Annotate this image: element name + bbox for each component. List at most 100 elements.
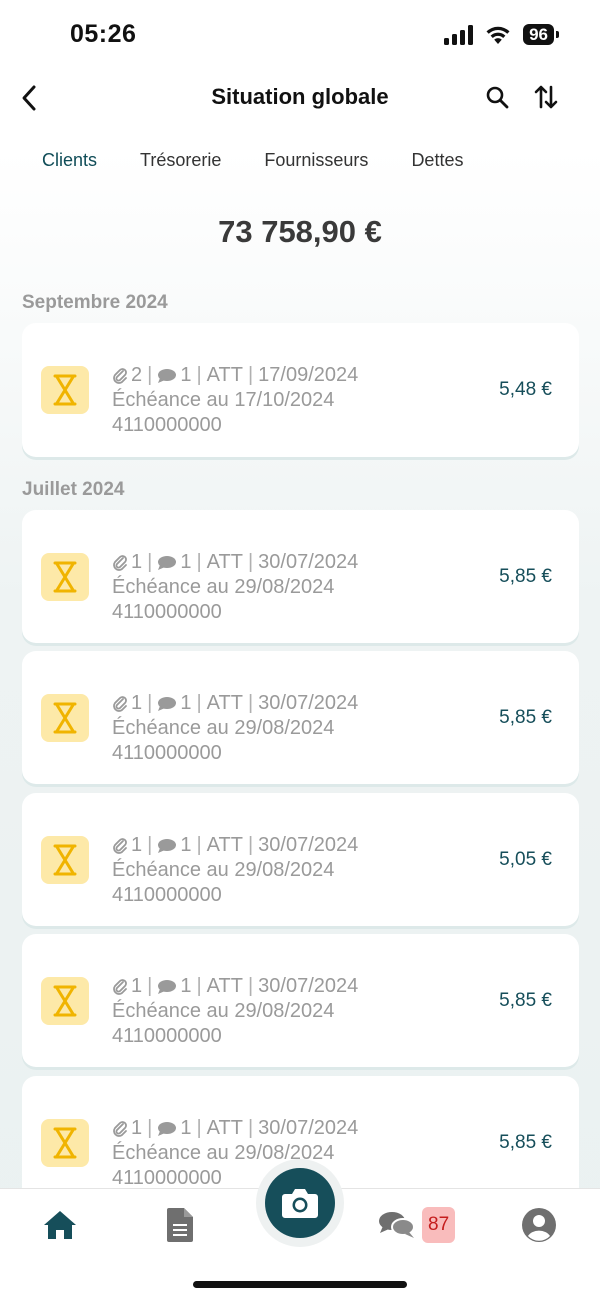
item-meta: 1 | 1 | ATT | 30/07/2024: [112, 550, 358, 575]
sort-button[interactable]: [531, 81, 561, 113]
attachment-count: 1: [131, 975, 143, 997]
section-label-septembre: Septembre 2024: [22, 292, 168, 313]
item-due-date: Échéance au 29/08/2024: [112, 576, 335, 598]
comment-count: 1: [180, 1117, 192, 1139]
item-amount: 5,85 €: [499, 1132, 552, 1153]
comment-count: 1: [180, 834, 192, 856]
list-item[interactable]: 1 | 1 | ATT | 30/07/2024 Échéance au 29/…: [22, 510, 579, 643]
home-icon: [44, 1211, 76, 1239]
total-amount: 73 758,90 €: [218, 214, 382, 249]
cellular-signal-icon: [444, 24, 474, 45]
tab-bar: Clients Trésorerie Fournisseurs Dettes: [42, 150, 506, 171]
item-due-date: Échéance au 29/08/2024: [112, 1000, 335, 1022]
pending-status-badge: [41, 836, 89, 884]
attachment-count: 1: [131, 692, 143, 714]
hourglass-icon: [53, 702, 77, 734]
item-details: 1 | 1 | ATT | 30/07/2024 Échéance au 29/…: [112, 691, 358, 766]
item-details: 2 | 1 | ATT | 17/09/2024 Échéance au 17/…: [112, 363, 358, 438]
item-meta: 1 | 1 | ATT | 30/07/2024: [112, 1116, 358, 1141]
comment-icon: [158, 838, 177, 853]
item-status: ATT: [206, 692, 243, 714]
bottom-nav: 87: [0, 1159, 600, 1298]
nav-profile[interactable]: [519, 1205, 559, 1245]
pending-status-badge: [41, 977, 89, 1025]
comment-icon: [158, 1121, 177, 1136]
list-item[interactable]: 1 | 1 | ATT | 30/07/2024 Échéance au 29/…: [22, 934, 579, 1067]
camera-button[interactable]: [265, 1168, 335, 1238]
wifi-icon: [486, 26, 510, 44]
pending-status-badge: [41, 694, 89, 742]
attachment-count: 1: [131, 834, 143, 856]
list-item[interactable]: 1 | 1 | ATT | 30/07/2024 Échéance au 29/…: [22, 793, 579, 926]
attachment-count: 2: [131, 364, 143, 386]
tab-clients[interactable]: Clients: [42, 150, 97, 171]
item-meta: 2 | 1 | ATT | 17/09/2024: [112, 363, 358, 388]
hourglass-icon: [53, 985, 77, 1017]
home-indicator: [193, 1281, 407, 1288]
messages-badge: 87: [422, 1207, 456, 1243]
search-button[interactable]: [482, 82, 512, 112]
comment-count: 1: [180, 364, 192, 386]
item-status: ATT: [206, 975, 243, 997]
user-icon: [522, 1208, 556, 1242]
list-item[interactable]: 1 | 1 | ATT | 30/07/2024 Échéance au 29/…: [22, 651, 579, 784]
paperclip-icon: [113, 367, 127, 384]
item-details: 1 | 1 | ATT | 30/07/2024 Échéance au 29/…: [112, 974, 358, 1049]
item-status: ATT: [206, 834, 243, 856]
pending-status-badge: [41, 553, 89, 601]
battery-indicator: 96: [523, 24, 559, 45]
item-amount: 5,85 €: [499, 990, 552, 1011]
nav-home[interactable]: [40, 1205, 80, 1245]
paperclip-icon: [113, 1120, 127, 1137]
hourglass-icon: [53, 844, 77, 876]
item-amount: 5,05 €: [499, 849, 552, 870]
comment-icon: [158, 368, 177, 383]
nav-documents[interactable]: [160, 1205, 200, 1245]
item-status: ATT: [206, 1117, 243, 1139]
camera-button-wrap: [256, 1159, 344, 1247]
item-amount: 5,85 €: [499, 707, 552, 728]
tab-tresorerie[interactable]: Trésorerie: [140, 150, 221, 171]
item-amount: 5,85 €: [499, 566, 552, 587]
comment-icon: [158, 555, 177, 570]
item-date: 17/09/2024: [258, 364, 359, 386]
item-date: 30/07/2024: [258, 834, 359, 856]
document-icon: [167, 1208, 193, 1242]
item-status: ATT: [206, 551, 243, 573]
list-item[interactable]: 2 | 1 | ATT | 17/09/2024 Échéance au 17/…: [22, 323, 579, 457]
attachment-count: 1: [131, 1117, 143, 1139]
item-status: ATT: [206, 364, 243, 386]
item-account: 4110000000: [112, 742, 222, 764]
header: Situation globale: [0, 72, 600, 122]
tab-dettes[interactable]: Dettes: [411, 150, 463, 171]
item-account: 4110000000: [112, 1025, 222, 1047]
hourglass-icon: [53, 1127, 77, 1159]
tab-fournisseurs[interactable]: Fournisseurs: [264, 150, 368, 171]
nav-messages[interactable]: 87: [378, 1205, 464, 1245]
section-label-juillet: Juillet 2024: [22, 479, 125, 500]
hourglass-icon: [53, 561, 77, 593]
item-details: 1 | 1 | ATT | 30/07/2024 Échéance au 29/…: [112, 833, 358, 908]
attachment-count: 1: [131, 551, 143, 573]
status-icons: 96: [444, 24, 559, 45]
item-date: 30/07/2024: [258, 692, 359, 714]
hourglass-icon: [53, 374, 77, 406]
paperclip-icon: [113, 695, 127, 712]
status-bar: 05:26 96: [0, 0, 600, 72]
item-due-date: Échéance au 17/10/2024: [112, 389, 335, 411]
item-due-date: Échéance au 29/08/2024: [112, 1142, 335, 1164]
comment-icon: [158, 696, 177, 711]
item-meta: 1 | 1 | ATT | 30/07/2024: [112, 833, 358, 858]
item-date: 30/07/2024: [258, 975, 359, 997]
paperclip-icon: [113, 978, 127, 995]
pending-status-badge: [41, 1119, 89, 1167]
paperclip-icon: [113, 837, 127, 854]
chat-bubbles-icon: [379, 1212, 415, 1238]
item-date: 30/07/2024: [258, 551, 359, 573]
item-amount: 5,48 €: [499, 379, 552, 400]
search-icon: [486, 86, 509, 109]
camera-icon: [282, 1189, 318, 1218]
item-details: 1 | 1 | ATT | 30/07/2024 Échéance au 29/…: [112, 550, 358, 625]
item-account: 4110000000: [112, 601, 222, 623]
comment-icon: [158, 979, 177, 994]
